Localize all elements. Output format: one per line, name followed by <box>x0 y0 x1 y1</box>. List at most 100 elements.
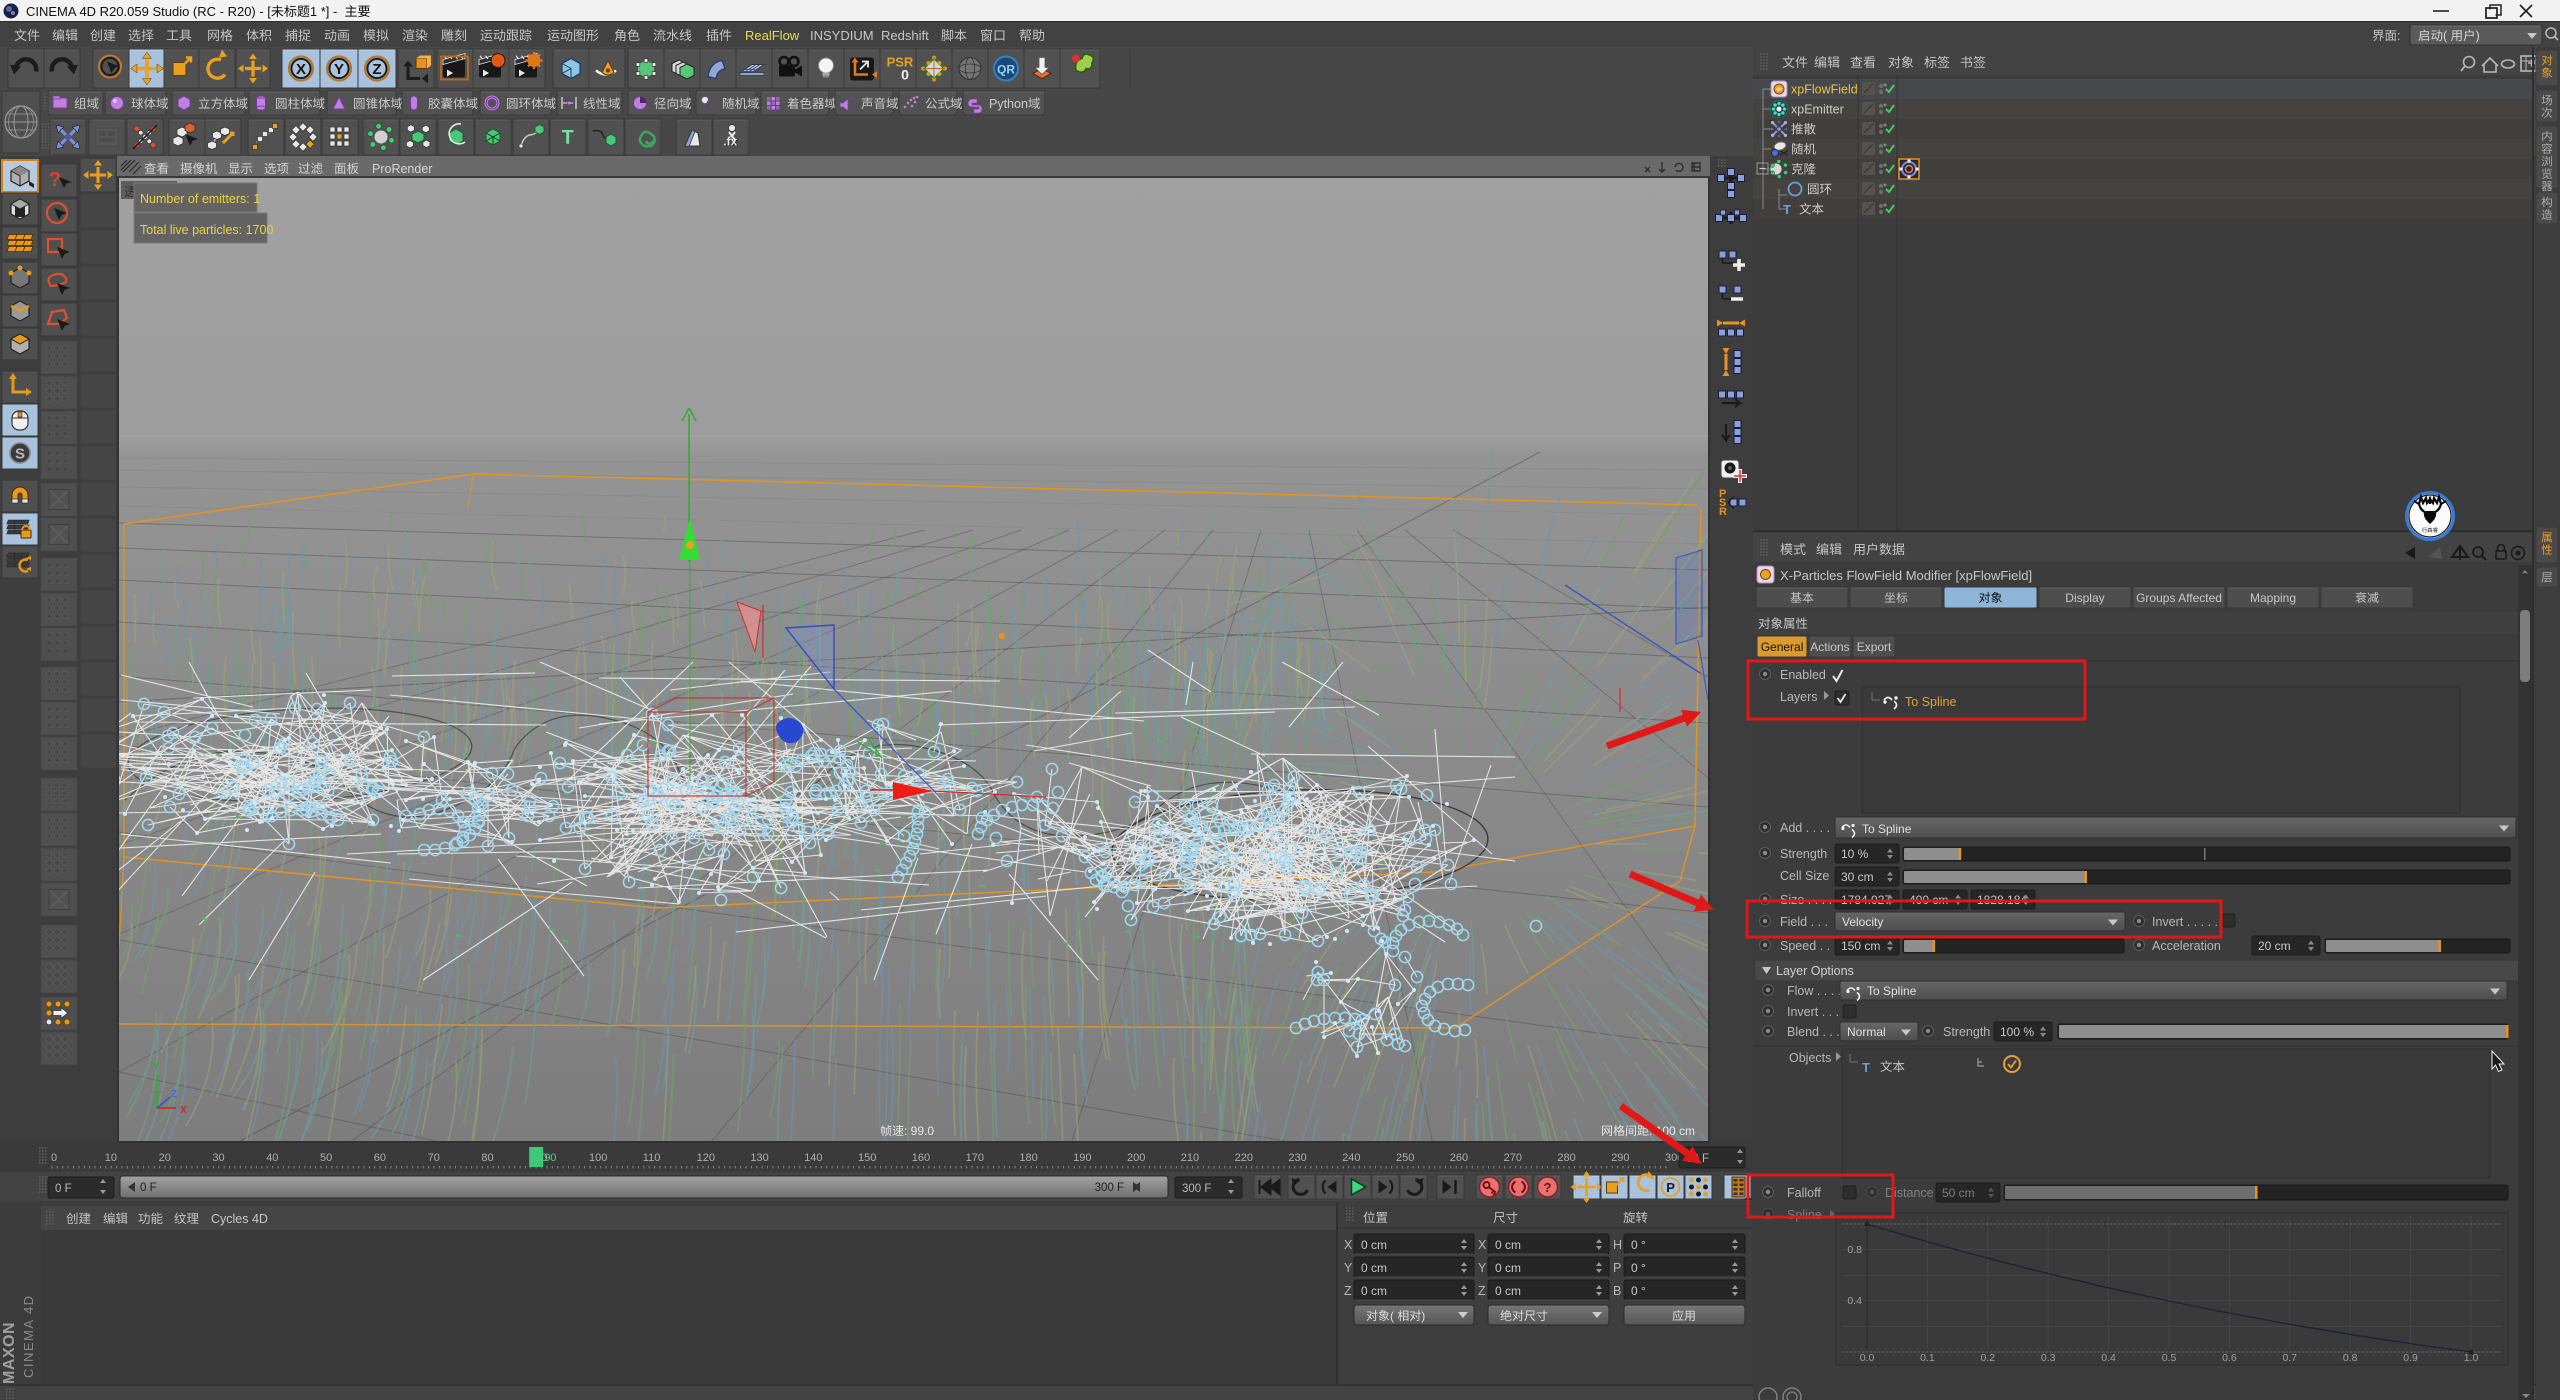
svg-text:Groups Affected: Groups Affected <box>2136 591 2222 605</box>
svg-text:0.8: 0.8 <box>2343 1352 2358 1364</box>
svg-text::: : <box>2397 29 2400 43</box>
svg-text:Spline: Spline <box>1787 1208 1822 1222</box>
svg-text:Strength: Strength <box>1943 1025 1990 1039</box>
svg-text:10: 10 <box>105 1152 117 1164</box>
svg-text:1 *] -: 1 *] - <box>310 4 337 19</box>
svg-text:Cell Size: Cell Size <box>1780 869 1829 883</box>
svg-text:20 cm: 20 cm <box>2258 939 2291 953</box>
svg-text:0.6: 0.6 <box>2222 1352 2237 1364</box>
svg-text:0 °: 0 ° <box>1631 1261 1646 1275</box>
svg-text:General: General <box>1761 640 1804 654</box>
svg-text:30: 30 <box>212 1152 224 1164</box>
svg-text:T: T <box>562 128 574 149</box>
svg-text:RealFlow: RealFlow <box>745 28 800 43</box>
svg-text:160: 160 <box>912 1152 930 1164</box>
svg-text:220: 220 <box>1235 1152 1253 1164</box>
svg-text:Total live particles: 1700: Total live particles: 1700 <box>140 223 273 237</box>
svg-text:B: B <box>1613 1284 1621 1298</box>
svg-text:Layer Options: Layer Options <box>1776 964 1854 978</box>
svg-text:To Spline: To Spline <box>1905 695 1956 709</box>
svg-text:120: 120 <box>697 1152 715 1164</box>
svg-text:0 °: 0 ° <box>1631 1284 1646 1298</box>
svg-text:0.1: 0.1 <box>1920 1352 1935 1364</box>
svg-text:0.0: 0.0 <box>1860 1352 1875 1364</box>
svg-text:0.8: 0.8 <box>1847 1244 1862 1256</box>
svg-text:0: 0 <box>51 1152 57 1164</box>
svg-text:0 cm: 0 cm <box>1495 1284 1521 1298</box>
svg-text:MAXON: MAXON <box>1 1322 18 1384</box>
svg-text:210: 210 <box>1181 1152 1199 1164</box>
svg-text:Z: Z <box>171 1089 177 1100</box>
svg-text:290: 290 <box>1611 1152 1629 1164</box>
svg-text:H: H <box>1613 1238 1622 1252</box>
svg-text:T: T <box>1783 202 1791 217</box>
svg-text:INSYDIUM: INSYDIUM <box>810 28 874 43</box>
svg-text:90: 90 <box>544 1152 556 1164</box>
svg-text:Enabled: Enabled <box>1780 668 1826 682</box>
svg-text:0: 0 <box>901 67 909 83</box>
svg-text:0.2: 0.2 <box>1981 1352 1996 1364</box>
svg-text:0.7: 0.7 <box>2283 1352 2298 1364</box>
svg-text:150: 150 <box>858 1152 876 1164</box>
svg-text:CINEMA 4D R20.059 Studio (RC -: CINEMA 4D R20.059 Studio (RC - R20) - [ <box>26 4 271 19</box>
svg-text:Z: Z <box>372 61 381 78</box>
svg-text:R: R <box>1719 506 1727 518</box>
svg-text:xpFlowField: xpFlowField <box>1791 83 1858 97</box>
svg-text:0 F: 0 F <box>140 1182 157 1194</box>
svg-text:T: T <box>1862 1060 1870 1075</box>
svg-text:240: 240 <box>1342 1152 1360 1164</box>
svg-text:230: 230 <box>1288 1152 1306 1164</box>
svg-text:20: 20 <box>159 1152 171 1164</box>
svg-text:Field . . .: Field . . . <box>1780 915 1828 929</box>
svg-text:0.9: 0.9 <box>2403 1352 2418 1364</box>
svg-text:Acceleration: Acceleration <box>2152 939 2221 953</box>
svg-text:QR: QR <box>997 63 1015 77</box>
svg-text:Flow . . . .: Flow . . . . <box>1787 984 1841 998</box>
svg-text:150 cm: 150 cm <box>1841 939 1880 953</box>
svg-text:Velocity: Velocity <box>1842 915 1883 929</box>
svg-text:Z: Z <box>1344 1284 1352 1298</box>
svg-text:0 °: 0 ° <box>1631 1238 1646 1252</box>
svg-text:270: 270 <box>1504 1152 1522 1164</box>
svg-text:0 F: 0 F <box>55 1183 72 1195</box>
svg-text:Y: Y <box>1344 1261 1353 1275</box>
svg-text:Mapping: Mapping <box>2250 591 2296 605</box>
svg-text:Y: Y <box>152 1061 160 1073</box>
svg-text:Number of emitters: 1: Number of emitters: 1 <box>140 192 260 206</box>
svg-text:X: X <box>1478 1238 1487 1252</box>
svg-text:P: P <box>1666 1180 1675 1195</box>
svg-text:0.3: 0.3 <box>2041 1352 2056 1364</box>
svg-text:Layers: Layers <box>1780 690 1818 704</box>
svg-text:260: 260 <box>1450 1152 1468 1164</box>
svg-text:Display: Display <box>2065 591 2104 605</box>
svg-text:): ) <box>1421 1309 1425 1323</box>
svg-text:Cycles 4D: Cycles 4D <box>211 1212 268 1226</box>
svg-text:: 99.0: : 99.0 <box>904 1124 934 1138</box>
svg-text:10 %: 10 % <box>1841 847 1869 861</box>
svg-text:300 F: 300 F <box>1182 1183 1211 1195</box>
svg-text:110: 110 <box>643 1152 661 1164</box>
svg-text:?: ? <box>49 169 61 191</box>
svg-text:P: P <box>1613 1261 1621 1275</box>
svg-text:Y: Y <box>1478 1261 1487 1275</box>
svg-text:?: ? <box>1544 1180 1552 1195</box>
svg-text:Python: Python <box>989 97 1028 111</box>
svg-text:X: X <box>296 61 306 78</box>
svg-text:Blend . . .: Blend . . . <box>1787 1025 1840 1039</box>
svg-text:): ) <box>2476 29 2480 43</box>
svg-text:0.4: 0.4 <box>1847 1295 1862 1307</box>
svg-text:0 cm: 0 cm <box>1361 1238 1387 1252</box>
svg-text:0.4: 0.4 <box>2101 1352 2116 1364</box>
svg-text:X-Particles FlowField Modifier: X-Particles FlowField Modifier [xpFlowFi… <box>1780 568 2032 583</box>
svg-text:Objects: Objects <box>1789 1051 1831 1065</box>
svg-text:To Spline: To Spline <box>1862 822 1912 836</box>
svg-text:Falloff: Falloff <box>1787 1186 1821 1200</box>
svg-text:100 %: 100 % <box>2000 1025 2034 1039</box>
svg-text:X: X <box>180 1105 187 1116</box>
svg-text:250: 250 <box>1396 1152 1414 1164</box>
svg-text:X: X <box>1344 1238 1353 1252</box>
svg-text:190: 190 <box>1073 1152 1091 1164</box>
svg-text:130: 130 <box>750 1152 768 1164</box>
svg-text:0 cm: 0 cm <box>1361 1284 1387 1298</box>
svg-text:Y: Y <box>334 61 344 78</box>
